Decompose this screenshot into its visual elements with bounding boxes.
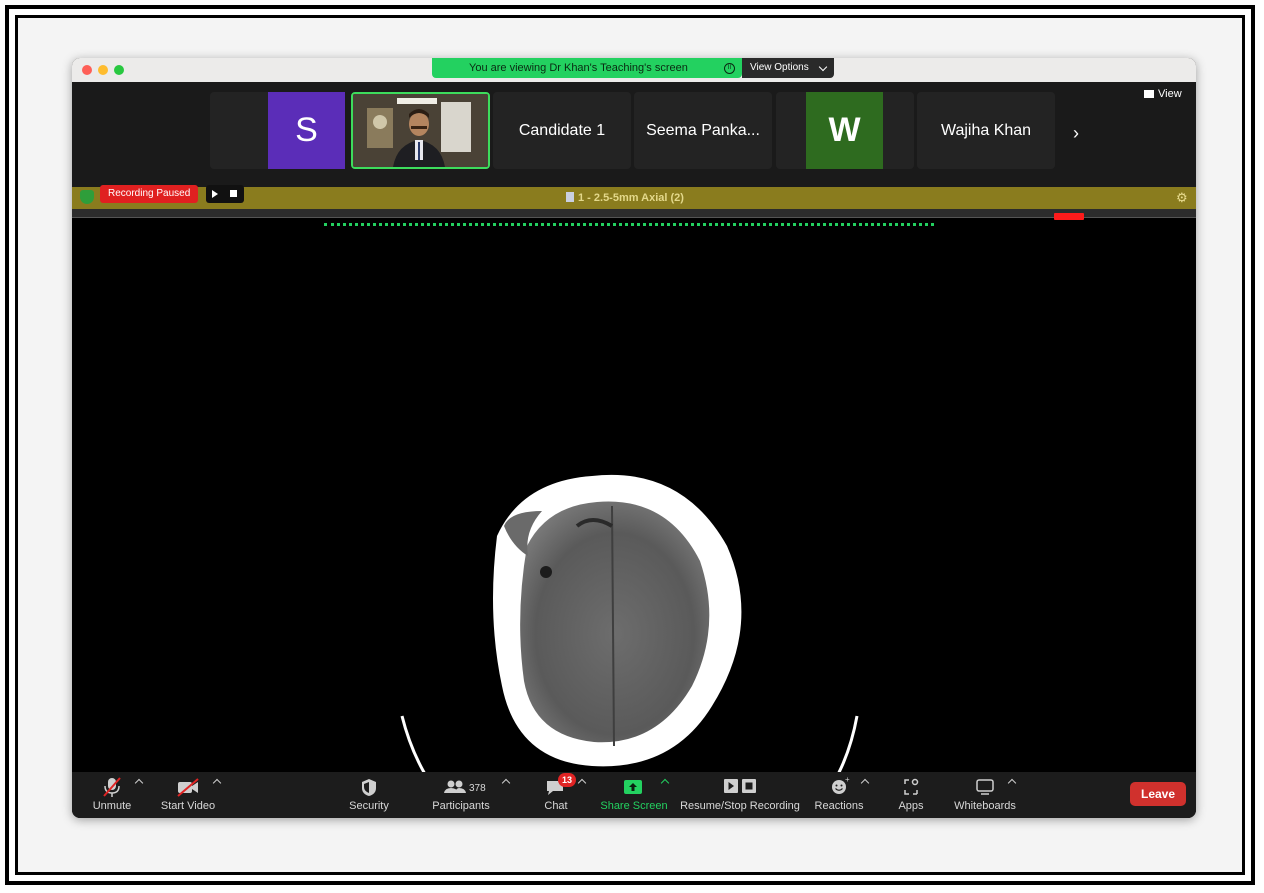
grid-icon (1144, 90, 1154, 98)
viewer-header-bar: Recording Paused 1 - 2.5-5mm Axial (2) ⚙ (72, 185, 1196, 209)
view-options-label: View Options (750, 62, 809, 73)
view-layout-button[interactable]: View (1144, 88, 1182, 100)
audio-options-caret-icon[interactable] (134, 778, 144, 788)
ct-scan-image (72, 226, 1196, 772)
share-screen-button[interactable]: Share Screen (600, 776, 668, 816)
recording-controls-icon (724, 779, 756, 793)
avatar: S (268, 92, 345, 169)
share-screen-label: Share Screen (600, 800, 668, 812)
resume-stop-recording-label: Resume/Stop Recording (680, 800, 800, 812)
view-label: View (1158, 88, 1182, 100)
reactions-icon: + (832, 775, 850, 794)
participant-count: 378 (469, 783, 486, 794)
slice-position-marker[interactable] (1054, 213, 1084, 220)
chat-options-caret-icon[interactable] (577, 778, 587, 788)
resume-recording-icon[interactable] (212, 190, 218, 198)
participant-tile-s[interactable]: S (210, 92, 345, 169)
close-window-button[interactable] (82, 65, 92, 75)
participant-tile-w[interactable]: W (776, 92, 914, 169)
title-bar: You are viewing Dr Khan's Teaching's scr… (72, 58, 1196, 82)
whiteboards-label: Whiteboards (954, 800, 1016, 812)
chevron-down-icon (818, 62, 828, 72)
reactions-button[interactable]: + Reactions (814, 775, 864, 816)
document-icon (566, 192, 574, 202)
participant-name: Candidate 1 (518, 122, 606, 139)
recording-status-text: Recording Paused (108, 188, 191, 199)
shield-icon (362, 779, 376, 796)
gear-icon[interactable]: ⚙ (1176, 191, 1189, 204)
unmute-label: Unmute (92, 800, 132, 812)
apps-label: Apps (898, 800, 924, 812)
minimize-window-button[interactable] (98, 65, 108, 75)
security-label: Security (349, 800, 389, 812)
share-screen-icon (624, 780, 642, 794)
svg-text:+: + (845, 776, 850, 784)
resume-stop-recording-button[interactable]: Resume/Stop Recording (678, 776, 802, 816)
participant-name: Wajiha Khan (940, 122, 1032, 139)
recording-controls (206, 185, 244, 203)
shield-icon (80, 190, 94, 204)
chat-button[interactable]: 13 Chat (538, 773, 576, 816)
leave-button[interactable]: Leave (1130, 782, 1186, 806)
avatar-initial: W (828, 111, 861, 149)
meeting-toolbar: Unmute Start Video Security 378 Particip… (72, 772, 1196, 818)
apps-button[interactable]: Apps (891, 776, 931, 816)
participant-name: Seema Panka... (646, 122, 760, 139)
fullscreen-window-button[interactable] (114, 65, 124, 75)
avatar: W (806, 92, 883, 169)
pause-share-icon[interactable]: II (724, 63, 735, 74)
slice-ruler[interactable] (72, 209, 1196, 218)
participant-tile-candidate-1[interactable]: Candidate 1 (493, 92, 631, 169)
participants-button[interactable]: 378 Participants (428, 776, 494, 816)
reactions-label: Reactions (814, 800, 864, 812)
participant-tile-video[interactable] (351, 92, 490, 169)
apps-icon (904, 778, 919, 795)
recording-status-badge: Recording Paused (100, 185, 199, 203)
screen-share-banner: You are viewing Dr Khan's Teaching's scr… (432, 58, 742, 78)
security-button[interactable]: Security (344, 776, 394, 816)
participant-video-feed (353, 94, 488, 167)
chat-unread-badge: 13 (558, 773, 576, 787)
start-video-button[interactable]: Start Video (158, 776, 218, 816)
start-video-label: Start Video (160, 800, 216, 812)
share-banner-text: You are viewing Dr Khan's Teaching's scr… (469, 62, 688, 74)
unmute-button[interactable]: Unmute (92, 776, 132, 816)
video-off-icon (177, 778, 199, 797)
participants-label: Participants (432, 800, 490, 812)
participant-tile-wajiha[interactable]: Wajiha Khan (917, 92, 1055, 169)
stop-recording-icon[interactable] (230, 190, 237, 197)
muted-microphone-icon (103, 777, 121, 797)
participants-options-caret-icon[interactable] (501, 778, 511, 788)
chat-label: Chat (544, 800, 568, 812)
zoom-window: You are viewing Dr Khan's Teaching's scr… (72, 58, 1196, 818)
series-title: 1 - 2.5-5mm Axial (2) (566, 187, 684, 209)
avatar-initial: S (295, 111, 318, 149)
participant-gallery: S Candidate 1 Seema Panka... W Wajiha Kh… (72, 82, 1196, 192)
participant-tile-seema[interactable]: Seema Panka... (634, 92, 772, 169)
series-title-text: 1 - 2.5-5mm Axial (2) (578, 192, 684, 204)
participants-icon: 378 (444, 780, 486, 794)
view-options-button[interactable]: View Options (742, 58, 834, 78)
next-page-button[interactable]: › (1066, 118, 1086, 148)
